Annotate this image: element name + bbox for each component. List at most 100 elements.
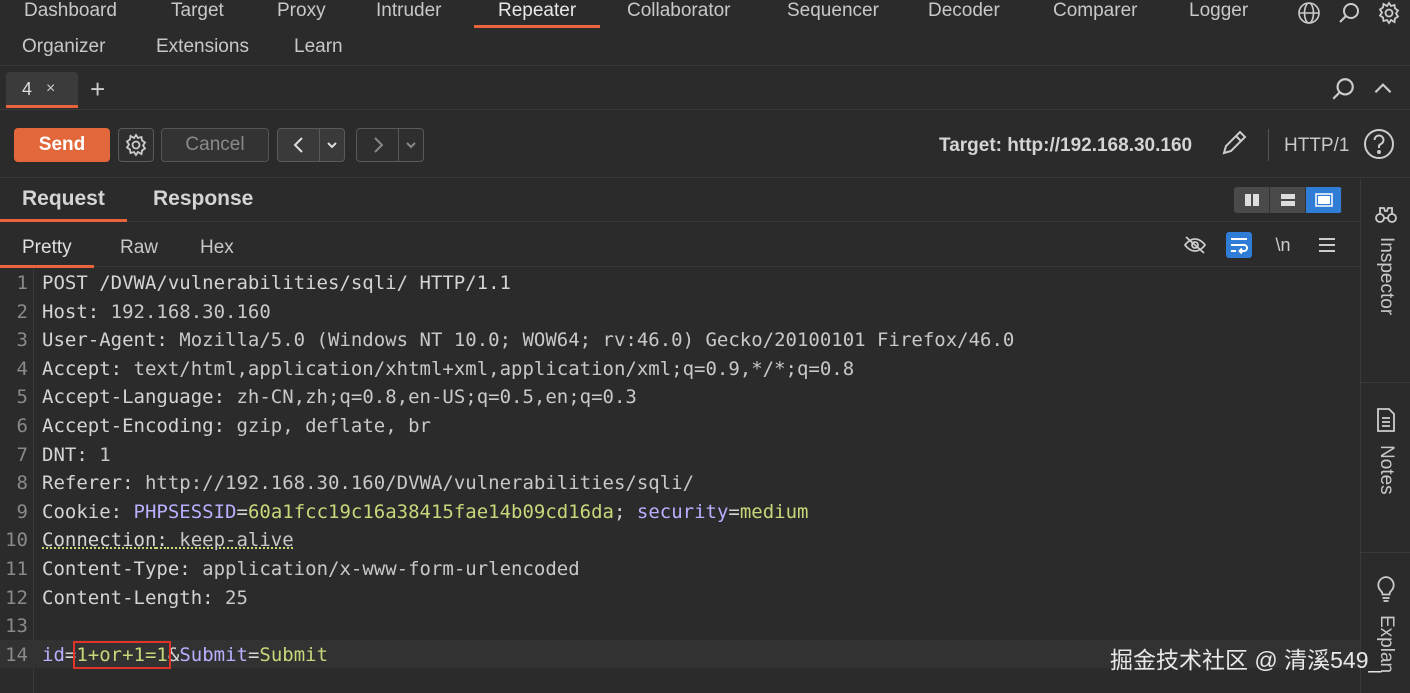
back-button[interactable] [278,129,320,161]
settings-button[interactable] [118,128,154,162]
editor-line: 2 Host: 192.168.30.160 [0,297,1360,326]
header-value: 25 [213,586,248,609]
nav-sequencer[interactable]: Sequencer [787,0,879,22]
history-back[interactable] [277,128,345,162]
show-newlines-toggle[interactable]: \n [1270,232,1296,258]
nav-repeater[interactable]: Repeater [473,0,601,28]
injected-payload: 1+or+1=1 [73,640,171,669]
param-separator: & [167,643,180,666]
request-editor[interactable]: 1 POST /DVWA/vulnerabilities/sqli/ HTTP/… [0,268,1360,693]
line-number: 10 [5,529,28,552]
header-name: Cookie [42,500,111,523]
header-value: 1 [87,443,111,466]
add-tab-button[interactable]: + [90,74,105,105]
history-forward[interactable] [356,128,424,162]
target-url: Target: http://192.168.30.160 [939,135,1193,156]
editor-line: 10 Connection: keep-alive [0,525,1360,554]
editor-line: 5 Accept-Language: zh-CN,zh;q=0.8,en-US;… [0,382,1360,411]
header-name: Connection [42,529,157,552]
header-name: Content-Type [42,558,180,580]
nav-intruder[interactable]: Intruder [376,0,441,22]
watermark: 掘金技术社区 @ 清溪549_ [1110,647,1382,673]
header-name: Referer [42,472,123,495]
globe-icon[interactable] [1296,0,1322,26]
header-name: Accept-Encoding [42,415,214,437]
header-value: text/html,application/xhtml+xml,applicat… [122,357,855,380]
help-icon[interactable] [1362,127,1396,166]
header-name: Host [42,300,88,323]
cookie-value: 60a1fcc19c16a38415fae14b09cd16da [247,500,614,523]
forward-button[interactable] [357,129,399,161]
repeater-tab-4[interactable]: 4 × [6,72,78,108]
notes-panel-toggle[interactable]: Notes [1361,407,1410,495]
line-number: 11 [5,558,28,580]
nav-target[interactable]: Target [171,0,224,22]
inspector-sidebar: Inspector Notes Explan [1360,179,1410,693]
gear-icon[interactable] [1376,0,1402,26]
nav-dashboard[interactable]: Dashboard [24,0,117,22]
tab-response[interactable]: Response [153,187,253,211]
header-name: Accept-Language [42,386,214,409]
header-value: gzip, deflate, br [225,415,431,437]
tab-pretty[interactable]: Pretty [0,237,94,268]
nav-proxy[interactable]: Proxy [277,0,326,22]
tabs-layout-icon[interactable] [1306,187,1342,213]
nav-extensions[interactable]: Extensions [156,36,249,58]
line-number: 2 [16,300,28,323]
tab-request[interactable]: Request [0,187,127,222]
chevron-down-icon[interactable] [320,129,344,161]
header-value: http://192.168.30.160/DVWA/vulnerabiliti… [133,472,695,495]
nav-organizer[interactable]: Organizer [22,36,105,58]
cookie-value: medium [739,500,809,523]
lightbulb-icon [1377,576,1395,602]
nav-collaborator[interactable]: Collaborator [627,0,731,22]
line-number: 9 [16,500,28,523]
http-version-selector[interactable]: HTTP/1 [1284,135,1349,157]
view-mode-bar: Pretty Raw Hex \n [0,223,1360,268]
notes-icon [1377,408,1395,432]
split-horizontal-icon[interactable] [1270,187,1306,213]
tab-hex[interactable]: Hex [200,237,234,259]
tab-label: 4 [22,78,33,99]
word-wrap-icon[interactable] [1226,232,1252,258]
repeater-tab-bar: 4 × + [0,66,1410,110]
header-value: application/x-www-form-urlencoded [190,558,580,580]
chevron-down-icon[interactable] [399,129,423,161]
send-button[interactable]: Send [14,128,110,162]
header-name: DNT [42,443,77,466]
search-tabs-icon[interactable] [1330,76,1356,107]
inspector-panel-toggle[interactable]: Inspector [1361,203,1410,315]
editor-line: 13 [0,611,1360,640]
layout-toggle [1234,187,1342,213]
message-tab-bar: Request Response [0,179,1360,222]
main-nav: Dashboard Target Proxy Intruder Repeater… [0,0,1410,66]
search-icon[interactable] [1336,0,1362,26]
editor-line: 12 Content-Length: 25 [0,583,1360,612]
tab-raw[interactable]: Raw [120,237,158,259]
menu-icon[interactable] [1314,232,1340,258]
header-value: keep-alive [167,529,294,552]
hide-eye-icon[interactable] [1182,232,1208,258]
nav-logger[interactable]: Logger [1189,0,1248,22]
cookie-name: security [636,500,729,523]
chevron-up-icon[interactable] [1370,76,1396,107]
nav-learn[interactable]: Learn [294,36,343,58]
close-icon[interactable]: × [46,80,55,98]
nav-decoder[interactable]: Decoder [928,0,1000,22]
line-number: 12 [5,586,28,609]
nav-comparer[interactable]: Comparer [1053,0,1137,22]
gear-icon [125,133,147,157]
cancel-button[interactable]: Cancel [161,128,269,162]
line-number: 13 [5,615,28,638]
header-name: User-Agent [42,329,157,352]
line-number: 4 [16,357,28,380]
editor-line: 7 DNT: 1 [0,440,1360,469]
header-value: 192.168.30.160 [99,300,271,323]
split-vertical-icon[interactable] [1234,187,1270,213]
editor-line: 6 Accept-Encoding: gzip, deflate, br [0,411,1360,440]
param-value: Submit [259,643,329,666]
editor-line: 9 Cookie: PHPSESSID=60a1fcc19c16a38415fa… [0,497,1360,526]
edit-target-icon[interactable] [1218,127,1250,164]
editor-line: 11 Content-Type: application/x-www-form-… [0,554,1360,583]
inspector-label: Inspector [1376,237,1397,316]
